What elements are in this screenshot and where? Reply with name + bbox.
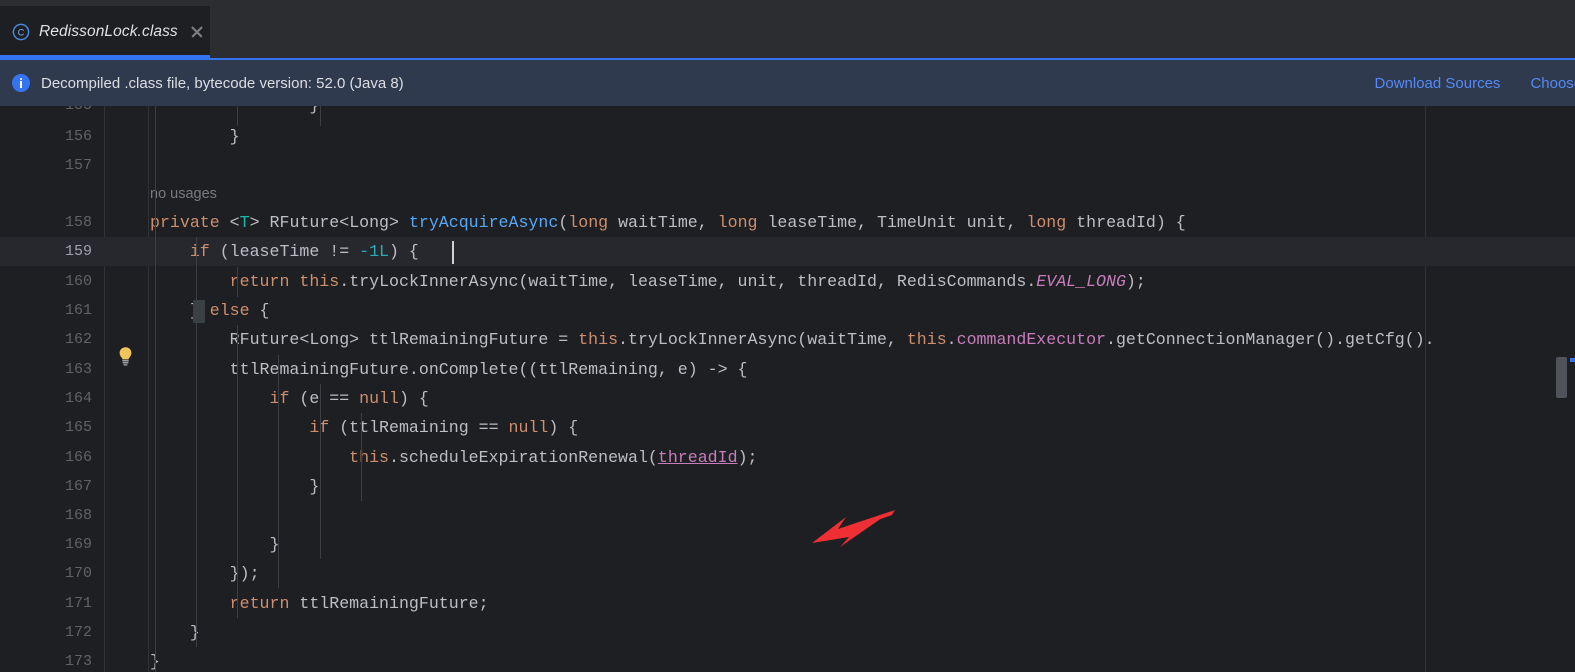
- line-code: if (ttlRemaining == null) {: [309, 418, 579, 437]
- choose-sources-link[interactable]: Choose Sou: [1530, 75, 1575, 92]
- line-number: 155: [0, 106, 92, 120]
- line-number: 156: [64, 128, 92, 145]
- svg-text:C: C: [18, 27, 25, 37]
- line-code: }: [150, 477, 320, 496]
- indent-guide: [320, 384, 321, 559]
- indent-guide: [361, 413, 362, 501]
- decompiled-class-banner: Decompiled .class file, bytecode version…: [0, 58, 1575, 106]
- code-line-row[interactable]: 172 }: [0, 618, 1575, 647]
- line-code: } else {: [150, 301, 270, 320]
- line-code: }: [150, 106, 319, 120]
- inlay-hint-row: no usages: [0, 180, 1575, 209]
- editor-tab-bar: C RedissonLock.class: [0, 6, 1575, 58]
- line-number: 160: [64, 273, 92, 290]
- code-editor[interactable]: 155 } 156 } 157 no usages 158 pr: [0, 106, 1575, 672]
- line-code: return this.tryLockInnerAsync(waitTime, …: [229, 272, 1146, 291]
- line-number: 167: [64, 478, 92, 495]
- line-number: 173: [64, 653, 92, 670]
- editor-tab-redissonlock-class[interactable]: C RedissonLock.class: [0, 6, 210, 58]
- line-number: 163: [64, 361, 92, 378]
- line-number: 165: [64, 419, 92, 436]
- line-code: RFuture<Long> ttlRemainingFuture = this.…: [150, 330, 1435, 349]
- line-code: if (leaseTime != -1L) {: [189, 242, 419, 261]
- line-code: private <T> RFuture<Long> tryAcquireAsyn…: [150, 213, 1186, 232]
- line-number: 172: [64, 624, 92, 641]
- code-line-row[interactable]: 173 }: [0, 647, 1575, 672]
- line-number: 170: [64, 565, 92, 582]
- indent-guide: [237, 106, 238, 126]
- info-icon: [12, 74, 30, 92]
- banner-actions: Download Sources Choose Sou: [1345, 60, 1575, 106]
- line-code: }: [150, 127, 240, 146]
- download-sources-link[interactable]: Download Sources: [1375, 75, 1501, 92]
- scrollbar-error-marker[interactable]: [1570, 358, 1575, 362]
- code-line-row[interactable]: 161 } else {: [0, 296, 1575, 325]
- indent-guide: [237, 325, 238, 618]
- banner-message: Decompiled .class file, bytecode version…: [41, 74, 404, 92]
- text-caret: [452, 241, 454, 264]
- code-lines-container: 155 } 156 } 157 no usages 158 pr: [0, 106, 1575, 672]
- line-number: 162: [64, 331, 92, 348]
- matched-brace-highlight: [193, 300, 205, 323]
- editor-window: C RedissonLock.class Decompiled .class f…: [0, 0, 1575, 672]
- java-class-icon: C: [12, 23, 30, 41]
- line-number: 171: [64, 595, 92, 612]
- line-code: }: [150, 535, 280, 554]
- line-code: ttlRemainingFuture.onComplete((ttlRemain…: [150, 360, 748, 379]
- line-number: 158: [64, 214, 92, 231]
- line-code: if (e == null) {: [269, 389, 429, 408]
- line-number: 164: [64, 390, 92, 407]
- inlay-hint-no-usages: no usages: [150, 186, 217, 202]
- vertical-scrollbar-thumb[interactable]: [1556, 357, 1567, 398]
- indent-guide: [196, 237, 197, 647]
- editor-tab-label: RedissonLock.class: [39, 23, 178, 40]
- line-code: return ttlRemainingFuture;: [229, 594, 489, 613]
- line-number: 166: [64, 449, 92, 466]
- lightbulb-icon[interactable]: [117, 346, 134, 367]
- code-line-row[interactable]: 158 private <T> RFuture<Long> tryAcquire…: [0, 208, 1575, 237]
- line-number: 157: [64, 157, 92, 174]
- close-icon[interactable]: [189, 24, 205, 40]
- code-line-row-active[interactable]: 159 if (leaseTime != -1L) {: [0, 237, 1575, 267]
- code-line-row[interactable]: 156 }: [0, 122, 1575, 151]
- line-number: 169: [64, 536, 92, 553]
- line-number: 168: [64, 507, 92, 524]
- indent-guide: [320, 106, 321, 126]
- line-number: 161: [64, 302, 92, 319]
- indent-guide: [278, 355, 279, 588]
- indent-guide: [237, 267, 238, 297]
- indent-guide: [155, 106, 156, 672]
- line-number: 159: [64, 243, 92, 260]
- line-code: });: [150, 564, 260, 583]
- code-line-row[interactable]: 157: [0, 151, 1575, 180]
- line-code: }: [150, 623, 200, 642]
- line-code: this.scheduleExpirationRenewal(threadId)…: [349, 448, 758, 467]
